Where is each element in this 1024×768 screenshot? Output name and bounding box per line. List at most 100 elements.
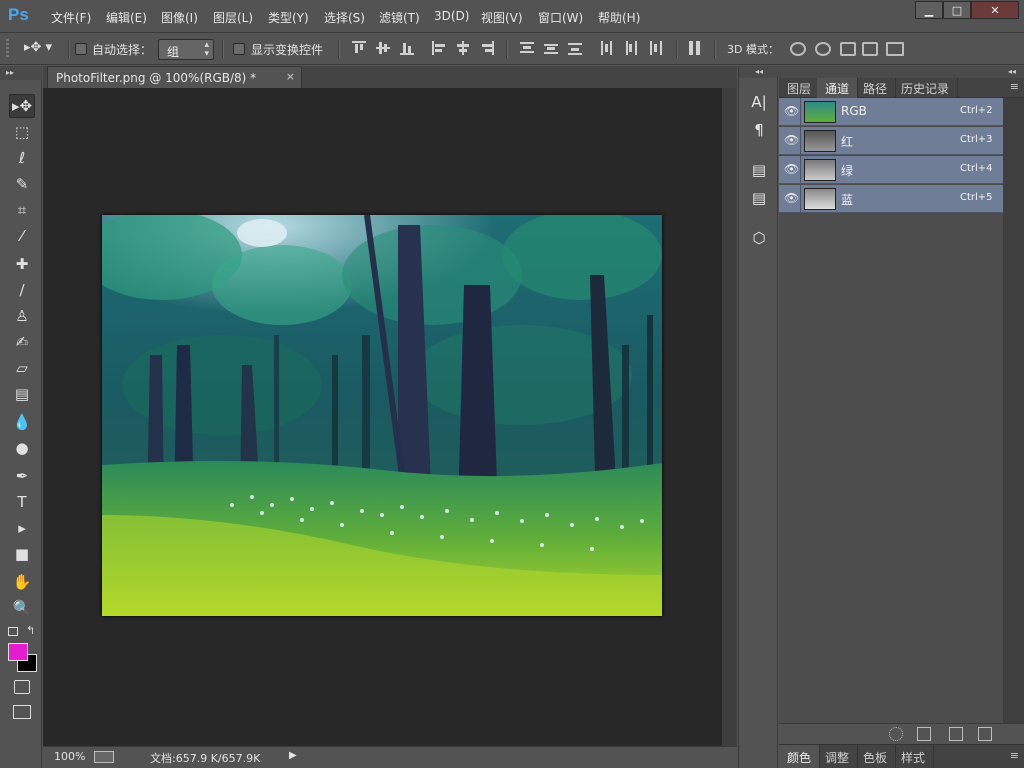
maximize-button[interactable]: □ [943,1,971,19]
tab-color[interactable]: 颜色 [779,745,821,768]
type-tool-icon[interactable]: T [9,490,35,514]
minimize-button[interactable]: ▁ [915,1,943,19]
align-hcenter-icon[interactable] [456,41,470,55]
auto-select-checkbox[interactable] [75,43,87,55]
menu-edit[interactable]: 编辑(E) [106,9,147,26]
move-tool-icon[interactable]: ▸✥ [9,94,35,118]
show-transform-checkbox[interactable] [233,43,245,55]
lasso-tool-icon[interactable]: ℓ [9,146,35,170]
auto-align-icon[interactable] [688,41,702,55]
load-selection-icon[interactable] [889,727,903,741]
tab-paths[interactable]: 路径 [855,78,897,98]
menu-select[interactable]: 选择(S) [324,9,365,26]
gradient-tool-icon[interactable]: ▤ [9,382,35,406]
menu-file[interactable]: 文件(F) [51,9,91,26]
canvas-scrollbar[interactable] [722,88,737,746]
tab-styles[interactable]: 样式 [893,745,935,768]
3d-orbit-icon[interactable] [790,42,806,56]
tab-history[interactable]: 历史记录 [893,78,959,98]
blur-tool-icon[interactable]: 💧 [9,410,35,434]
channels-scrollbar[interactable] [1003,98,1024,728]
channel-row-rgb[interactable]: 👁 RGB Ctrl+2 [779,98,1003,126]
canvas-area[interactable] [43,88,737,746]
visibility-toggle[interactable]: 👁 [779,127,801,155]
eraser-tool-icon[interactable]: ▱ [9,356,35,380]
move-tool-preset-icon[interactable]: ▸✥ ▾ [24,40,64,58]
character-styles-icon[interactable]: ▤ [747,158,771,182]
channel-row-red[interactable]: 👁 红 Ctrl+3 [779,127,1003,155]
channel-row-green[interactable]: 👁 绿 Ctrl+4 [779,156,1003,184]
dodge-tool-icon[interactable]: ● [9,436,35,460]
menu-image[interactable]: 图像(I) [161,9,198,26]
menu-help[interactable]: 帮助(H) [598,9,640,26]
menu-layer[interactable]: 图层(L) [213,9,253,26]
3d-slide-icon[interactable] [862,42,878,56]
3d-roll-icon[interactable] [815,42,831,56]
color-panel-menu-icon[interactable]: ≡ [1010,749,1019,762]
dock-collapse[interactable]: ◂◂ [739,66,779,78]
new-channel-icon[interactable] [949,727,963,741]
screen-mode-icon[interactable] [13,705,31,719]
delete-channel-icon[interactable] [978,727,992,741]
character-panel-icon[interactable]: A| [747,90,771,114]
align-left-icon[interactable] [432,41,446,55]
healing-brush-tool-icon[interactable]: ✚ [9,252,35,276]
panel-collapse[interactable]: ◂◂ [779,66,1024,78]
hand-tool-icon[interactable]: ✋ [9,570,35,594]
zoom-preview-icon[interactable] [94,751,114,763]
align-top-icon[interactable] [352,41,366,55]
3d-scale-icon[interactable] [886,42,904,56]
auto-select-dropdown[interactable]: 组 ▴ ▾ [158,39,214,60]
document-image[interactable] [102,215,662,616]
3d-panel-icon[interactable]: ⬡ [747,226,771,250]
eyedropper-tool-icon[interactable]: ⁄ [9,224,35,248]
close-button[interactable]: ✕ [971,1,1019,19]
paragraph-panel-icon[interactable]: ¶ [747,118,771,142]
tab-swatches[interactable]: 色板 [855,745,897,768]
distribute-bottom-icon[interactable] [568,41,582,55]
paragraph-styles-icon[interactable]: ▤ [747,186,771,210]
align-vcenter-icon[interactable] [376,41,390,55]
crop-tool-icon[interactable]: ⌗ [9,198,35,222]
pen-tool-icon[interactable]: ✒ [9,464,35,488]
brush-tool-icon[interactable]: ∕ [9,278,35,302]
toolbox-collapse[interactable]: ▸▸ [0,66,42,80]
path-select-tool-icon[interactable]: ▸ [9,516,35,540]
tab-channels[interactable]: 通道 [817,78,859,98]
align-right-icon[interactable] [480,41,494,55]
menu-window[interactable]: 窗口(W) [538,9,583,26]
save-selection-icon[interactable] [917,727,931,741]
rectangle-tool-icon[interactable]: ■ [9,542,35,566]
visibility-toggle[interactable]: 👁 [779,185,801,213]
align-bottom-icon[interactable] [400,41,414,55]
menu-filter[interactable]: 滤镜(T) [379,9,420,26]
status-menu-arrow-icon[interactable]: ▶ [289,750,297,761]
zoom-tool-icon[interactable]: 🔍 [9,596,35,620]
tab-adjustments[interactable]: 调整 [817,745,859,768]
clone-stamp-tool-icon[interactable]: ♙ [9,304,35,328]
quick-mask-icon[interactable] [14,680,30,694]
visibility-toggle[interactable]: 👁 [779,156,801,184]
document-tab[interactable]: PhotoFilter.png @ 100%(RGB/8) * × [47,66,302,88]
visibility-toggle[interactable]: 👁 [779,98,801,126]
default-colors-icon[interactable] [8,627,18,636]
3d-pan-icon[interactable] [840,42,856,56]
distribute-top-icon[interactable] [520,41,534,55]
quick-select-tool-icon[interactable]: ✎ [9,172,35,196]
history-brush-tool-icon[interactable]: ✍ [9,330,35,354]
swap-colors-icon[interactable]: ↰ [26,624,35,637]
panel-menu-icon[interactable]: ≡ [1010,80,1019,93]
close-tab-icon[interactable]: × [286,70,295,83]
menu-3d[interactable]: 3D(D) [434,9,469,23]
foreground-color-swatch[interactable] [8,643,28,661]
distribute-right-icon[interactable] [648,41,662,55]
distribute-hcenter-icon[interactable] [624,41,638,55]
distribute-left-icon[interactable] [600,41,614,55]
channel-row-blue[interactable]: 👁 蓝 Ctrl+5 [779,185,1003,213]
menu-type[interactable]: 类型(Y) [268,9,309,26]
zoom-level[interactable]: 100% [54,750,85,763]
distribute-vcenter-icon[interactable] [544,41,558,55]
marquee-tool-icon[interactable]: ⬚ [9,120,35,144]
tab-layers[interactable]: 图层 [779,78,821,98]
options-grip[interactable] [6,39,9,59]
